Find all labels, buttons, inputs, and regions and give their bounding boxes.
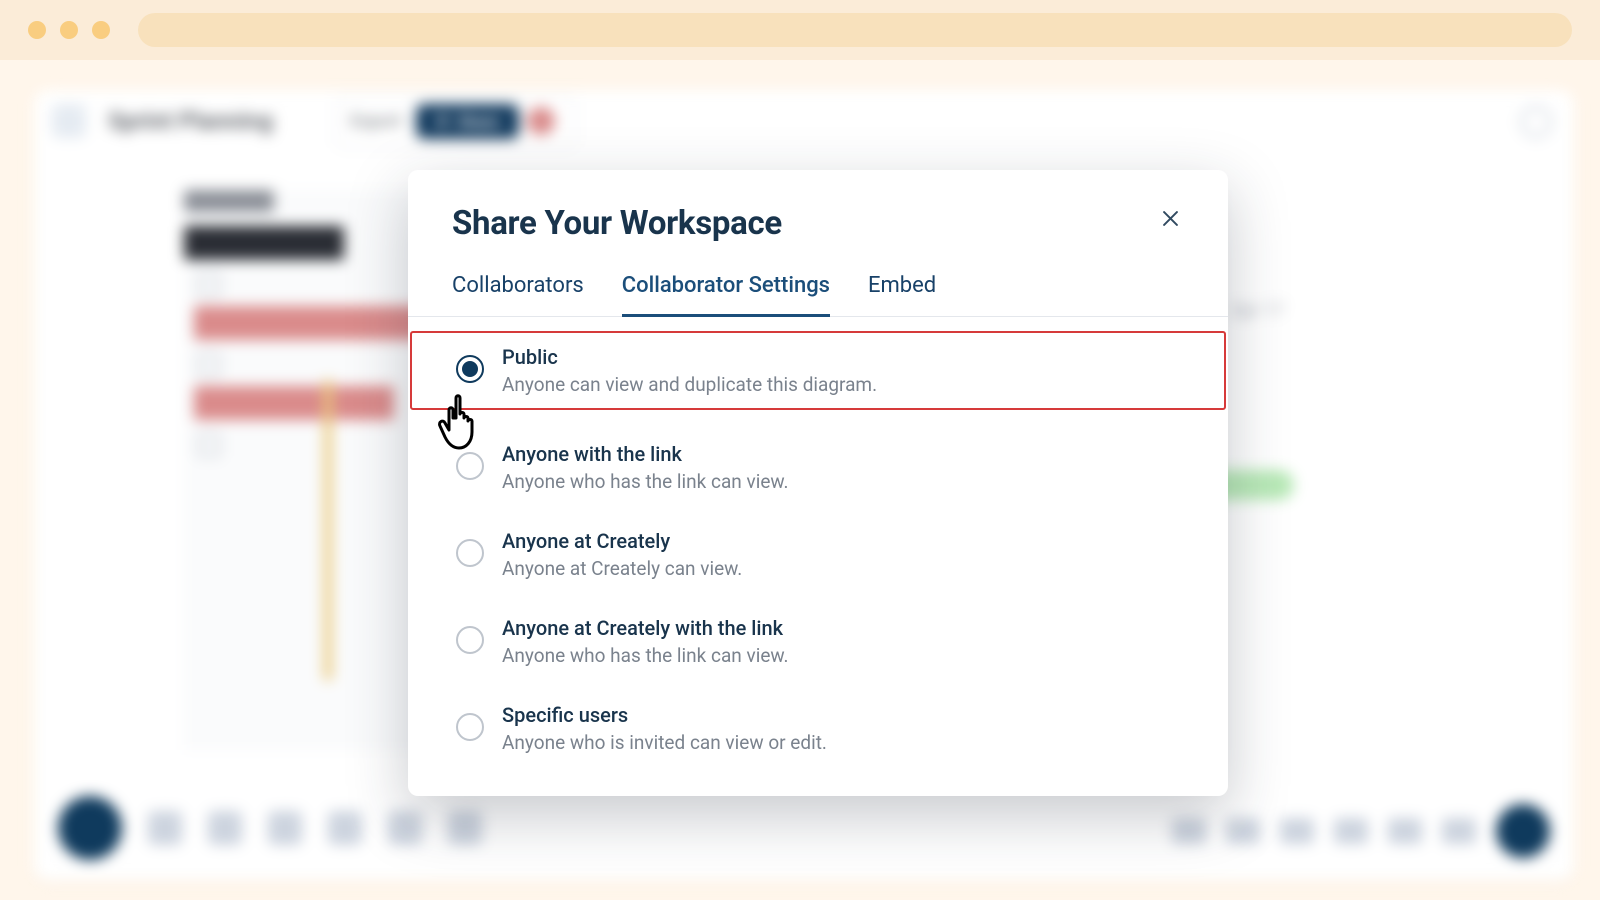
visibility-options: Public Anyone can view and duplicate thi… (408, 317, 1228, 772)
option-label: Specific users (502, 703, 827, 727)
canvas-date: Apr 17 (1231, 300, 1284, 321)
option-label: Anyone at Creately (502, 529, 742, 553)
dialog-title: Share Your Workspace (452, 204, 782, 243)
tab-embed[interactable]: Embed (868, 273, 936, 316)
export-button[interactable]: Export (350, 111, 402, 132)
radio-public[interactable] (456, 355, 484, 383)
tool-text-icon[interactable] (328, 811, 362, 845)
tool-rect-icon[interactable] (148, 811, 182, 845)
traffic-dot (28, 21, 46, 39)
zoom-in-icon[interactable] (1280, 818, 1314, 844)
radio-anyone-link[interactable] (456, 452, 484, 480)
tab-collaborators[interactable]: Collaborators (452, 273, 584, 316)
bottom-right-toolbar (1172, 804, 1550, 858)
browser-chrome (0, 0, 1600, 60)
option-desc: Anyone who has the link can view. (502, 470, 789, 493)
option-label: Anyone at Creately with the link (502, 616, 789, 640)
close-button[interactable] (1156, 204, 1184, 232)
share-button-label: Share (457, 112, 499, 131)
zoom-slider[interactable] (1226, 818, 1260, 844)
tool-note-icon[interactable] (268, 811, 302, 845)
radio-anyone-org[interactable] (456, 539, 484, 567)
option-public[interactable]: Public Anyone can view and duplicate thi… (410, 331, 1226, 410)
fit-icon[interactable] (1388, 818, 1422, 844)
tool-line-icon[interactable] (388, 811, 422, 845)
share-icon: ⟳ (436, 112, 449, 131)
option-desc: Anyone who is invited can view or edit. (502, 731, 827, 754)
dialog-tabs: Collaborators Collaborator Settings Embe… (408, 243, 1228, 317)
add-fab[interactable] (58, 796, 122, 860)
option-desc: Anyone who has the link can view. (502, 644, 789, 667)
document-title: Sprint Planning (108, 107, 273, 135)
traffic-dot (60, 21, 78, 39)
share-button[interactable]: ⟳ Share (416, 104, 519, 139)
help-fab[interactable] (1496, 804, 1550, 858)
traffic-dot (92, 21, 110, 39)
share-workspace-dialog: Share Your Workspace Collaborators Colla… (408, 170, 1228, 796)
option-anyone-link[interactable]: Anyone with the link Anyone who has the … (410, 424, 1226, 511)
address-bar[interactable] (138, 13, 1572, 47)
option-desc: Anyone at Creately can view. (502, 557, 742, 580)
present-icon[interactable] (1442, 818, 1476, 844)
avatar[interactable] (527, 107, 555, 135)
tab-collaborator-settings[interactable]: Collaborator Settings (622, 273, 830, 317)
zoom-level[interactable] (1334, 818, 1368, 844)
radio-specific-users[interactable] (456, 713, 484, 741)
option-label: Anyone with the link (502, 442, 789, 466)
tool-pen-icon[interactable] (448, 811, 482, 845)
option-anyone-org-link[interactable]: Anyone at Creately with the link Anyone … (410, 598, 1226, 685)
sync-status-icon (1520, 106, 1552, 138)
tool-frame-icon[interactable] (208, 811, 242, 845)
option-anyone-org[interactable]: Anyone at Creately Anyone at Creately ca… (410, 511, 1226, 598)
bottom-toolbar (58, 796, 482, 860)
option-specific-users[interactable]: Specific users Anyone who is invited can… (410, 685, 1226, 772)
window-controls (28, 21, 110, 39)
option-desc: Anyone can view and duplicate this diagr… (502, 373, 877, 396)
close-icon (1163, 211, 1178, 226)
radio-anyone-org-link[interactable] (456, 626, 484, 654)
menu-icon[interactable] (52, 104, 86, 138)
option-label: Public (502, 345, 877, 369)
zoom-out-icon[interactable] (1172, 818, 1206, 844)
